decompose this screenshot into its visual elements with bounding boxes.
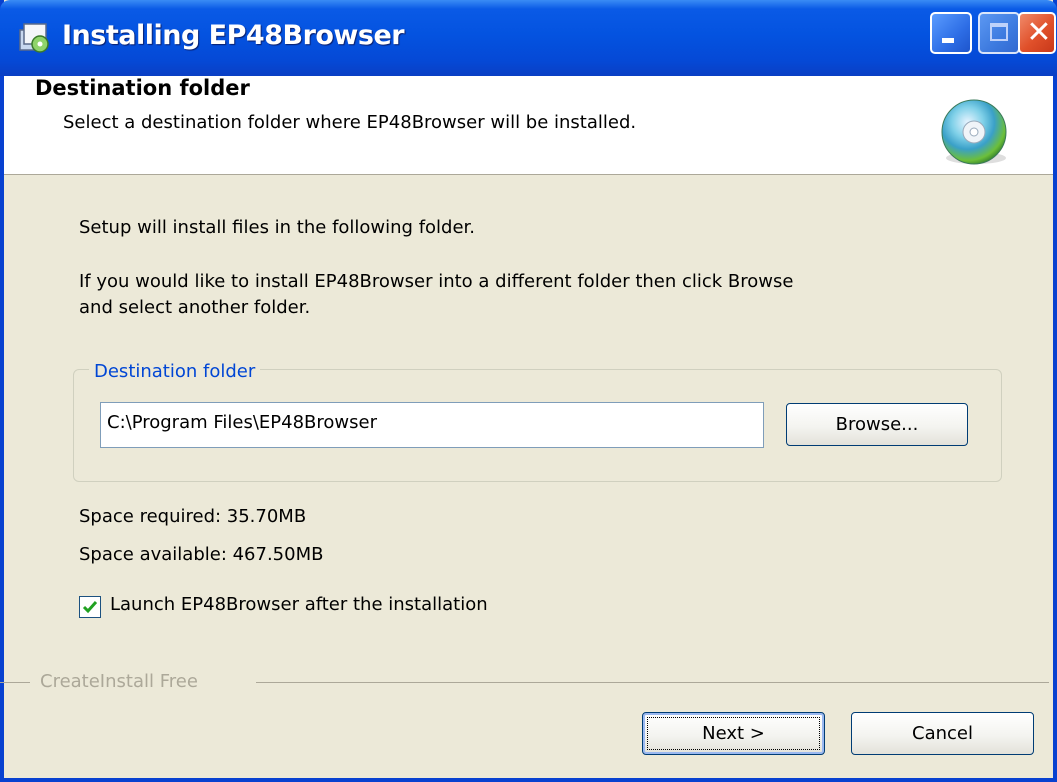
app-installer-icon	[19, 23, 49, 53]
close-button[interactable]: ✕	[1018, 12, 1056, 54]
close-icon: ✕	[1026, 15, 1052, 50]
browse-button-label: Browse...	[835, 414, 919, 435]
cancel-button[interactable]: Cancel	[851, 712, 1034, 755]
launch-checkbox[interactable]	[79, 596, 101, 618]
minimize-button[interactable]	[930, 12, 972, 54]
space-required: Space required: 35.70MB	[79, 506, 307, 527]
minimize-icon	[942, 38, 954, 43]
destination-group-label: Destination folder	[89, 361, 261, 382]
page-header: Destination folder Select a destination …	[4, 76, 1053, 175]
cancel-button-label: Cancel	[912, 723, 973, 744]
browse-button[interactable]: Browse...	[786, 403, 968, 446]
focus-ring	[647, 717, 820, 750]
brand-label: CreateInstall Free	[40, 671, 198, 692]
cd-disc-icon	[941, 99, 1007, 165]
page-title: Destination folder	[35, 76, 250, 100]
window-title: Installing EP48Browser	[62, 20, 405, 51]
footer-divider-right	[256, 682, 1049, 683]
checkmark-icon	[82, 601, 98, 614]
destination-path-input[interactable]	[100, 402, 764, 448]
space-available: Space available: 467.50MB	[79, 544, 324, 565]
instructions-line-1: If you would like to install EP48Browser…	[79, 271, 794, 292]
maximize-button[interactable]	[978, 12, 1020, 54]
launch-checkbox-label[interactable]: Launch EP48Browser after the installatio…	[110, 594, 488, 615]
next-button[interactable]: Next >	[642, 712, 825, 755]
maximize-icon	[990, 23, 1008, 41]
page-subtitle: Select a destination folder where EP48Br…	[63, 112, 637, 133]
title-bar[interactable]: Installing EP48Browser ✕	[0, 0, 1057, 76]
intro-text: Setup will install files in the followin…	[79, 217, 476, 238]
instructions-line-2: and select another folder.	[79, 297, 311, 318]
footer-divider-left	[0, 682, 30, 683]
